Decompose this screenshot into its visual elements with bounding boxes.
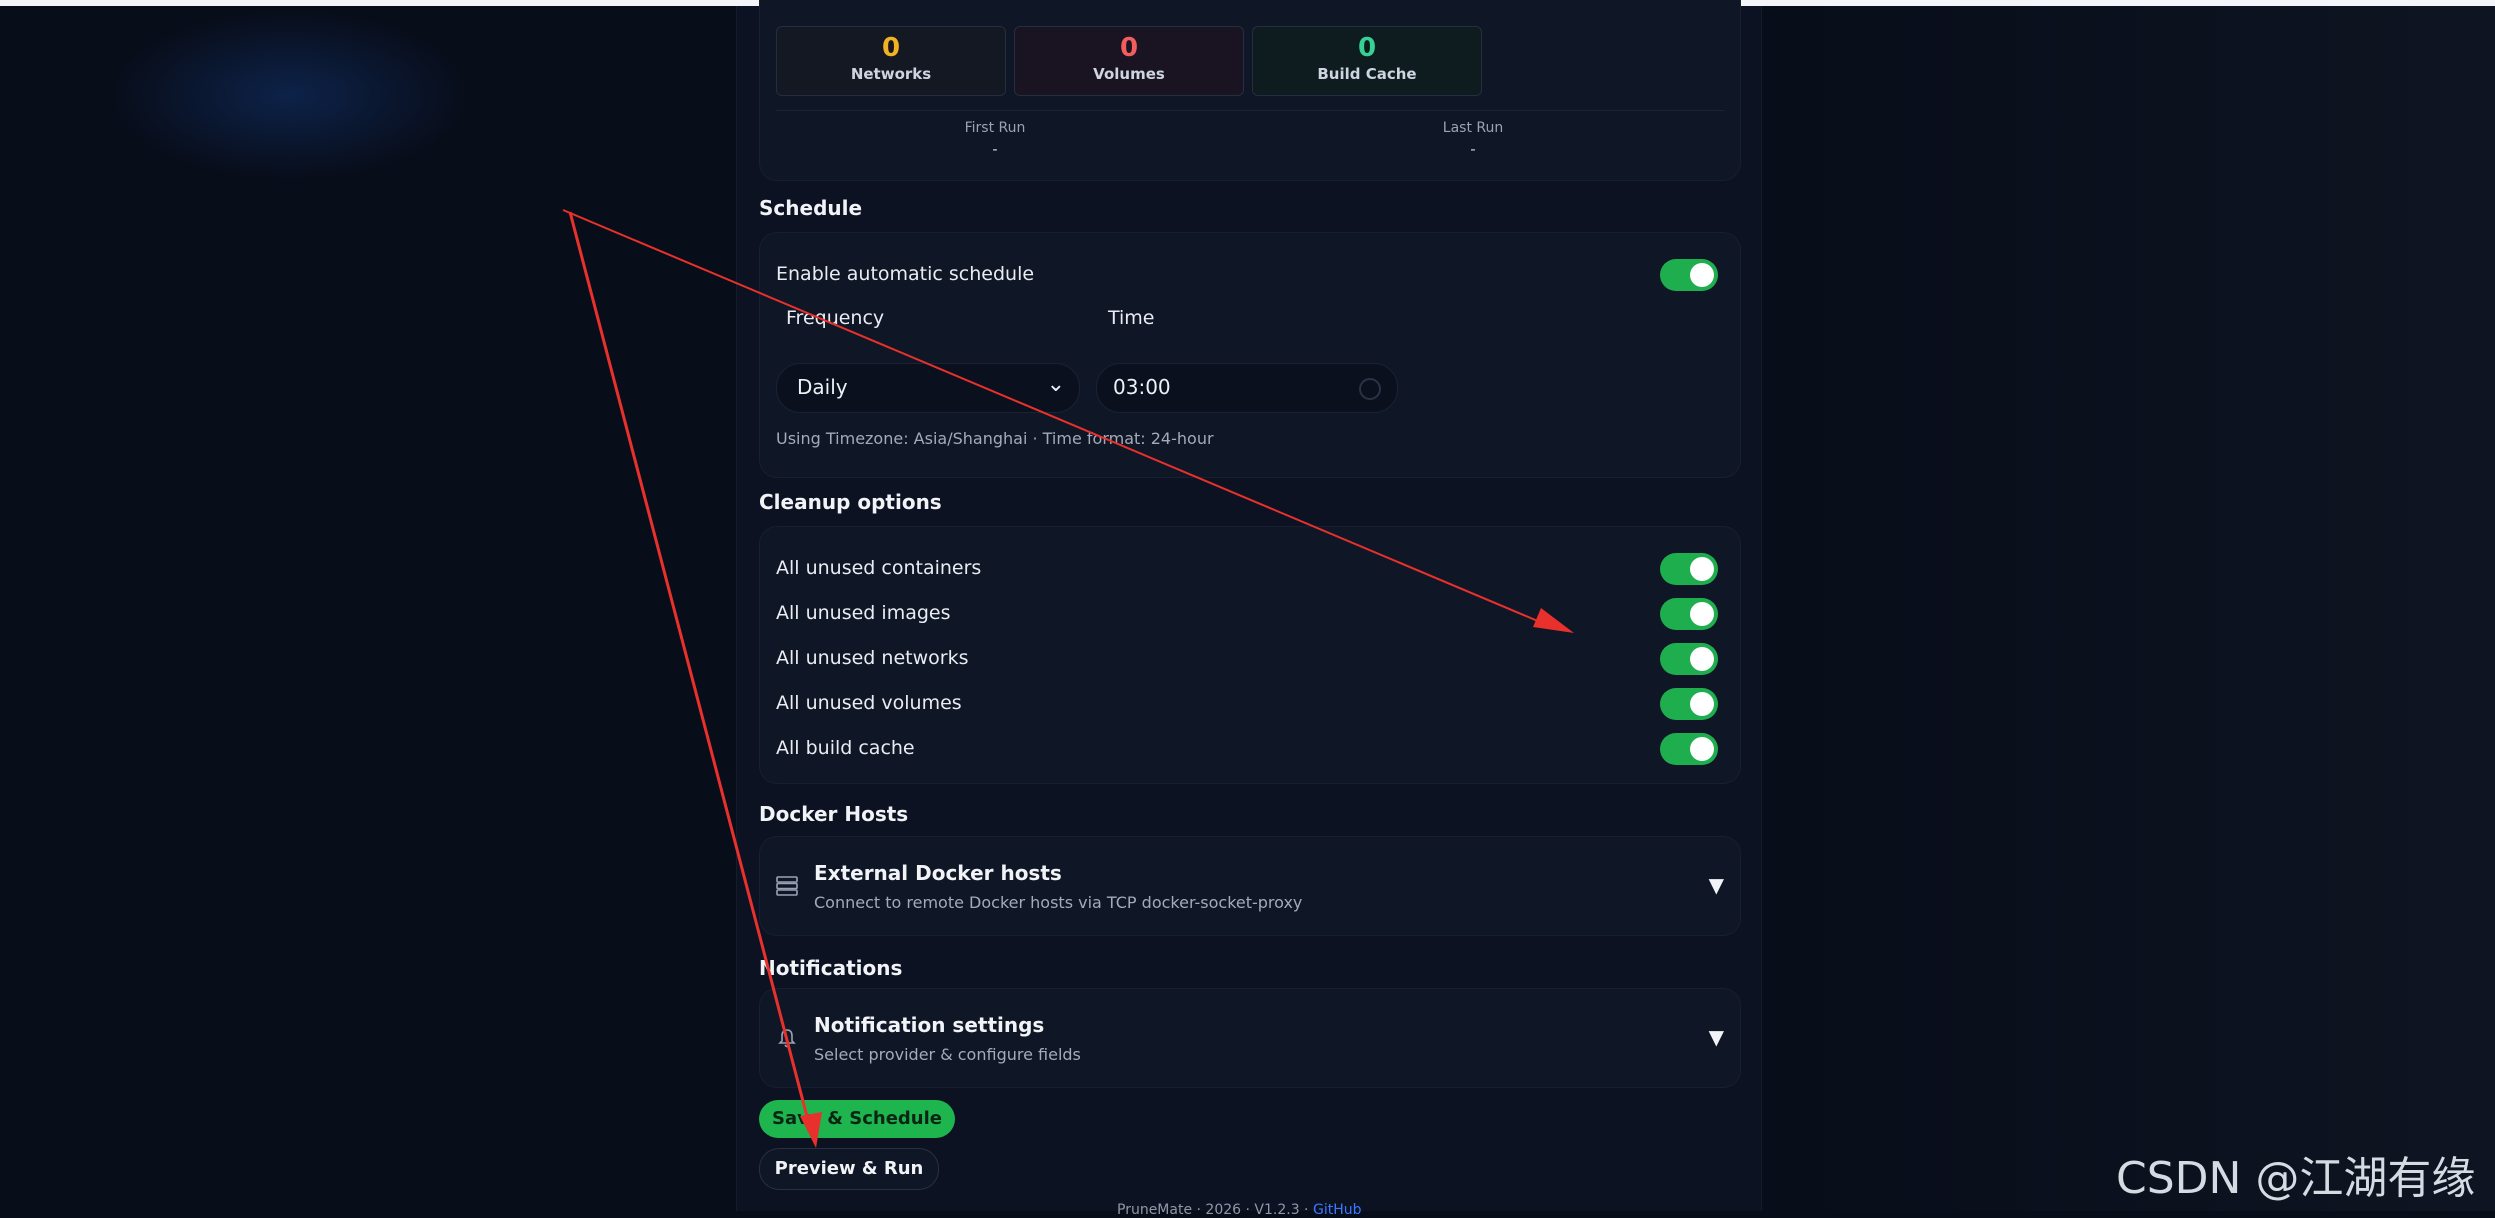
background-glow — [110, 10, 470, 180]
toggle-knob — [1690, 602, 1714, 626]
stat-networks: 0 Networks — [776, 26, 1006, 96]
cleanup-option-label: All unused networks — [776, 647, 969, 669]
first-run-label: First Run — [964, 120, 1026, 136]
notifications-title: Notifications — [759, 956, 903, 980]
cleanup-images-toggle[interactable] — [1660, 598, 1718, 630]
cleanup-option-label: All unused volumes — [776, 692, 962, 714]
frequency-label: Frequency — [786, 307, 885, 329]
frequency-value: Daily — [797, 375, 848, 399]
enable-schedule-toggle[interactable] — [1660, 259, 1718, 291]
time-label: Time — [1108, 307, 1155, 329]
first-run-value: - — [992, 140, 998, 158]
cleanup-volumes-toggle[interactable] — [1660, 688, 1718, 720]
last-run-value: - — [1470, 140, 1476, 158]
docker-hosts-accordion[interactable]: External Docker hosts Connect to remote … — [759, 836, 1741, 936]
toggle-knob — [1690, 647, 1714, 671]
preview-run-button[interactable]: Preview & Run — [759, 1148, 939, 1190]
cleanup-title: Cleanup options — [759, 490, 942, 514]
cleanup-option-label: All unused containers — [776, 557, 982, 579]
stat-build-cache: 0 Build Cache — [1252, 26, 1482, 96]
timezone-hint: Using Timezone: Asia/Shanghai · Time for… — [776, 429, 1214, 448]
caret-down-icon: ▼ — [1708, 873, 1724, 897]
stat-label: Build Cache — [1317, 65, 1417, 83]
clock-icon — [1359, 378, 1381, 400]
bell-icon — [778, 1029, 796, 1048]
last-run-label: Last Run — [1442, 120, 1504, 136]
caret-down-icon: ▼ — [1708, 1025, 1724, 1049]
enable-schedule-label: Enable automatic schedule — [776, 263, 1035, 285]
main-panel: 0 Networks 0 Volumes 0 Build Cache First… — [736, 0, 1762, 1218]
schedule-card: Enable automatic schedule Frequency Time… — [759, 232, 1741, 478]
footer-text: PruneMate · 2026 · V1.2.3 · — [1117, 1202, 1309, 1218]
frequency-select[interactable]: Daily ⌄ — [776, 363, 1080, 413]
toggle-knob — [1690, 692, 1714, 716]
stat-value: 0 — [1119, 33, 1139, 63]
stat-value: 0 — [881, 33, 901, 63]
first-run: First Run - — [845, 120, 1145, 158]
notifications-accordion[interactable]: Notification settings Select provider & … — [759, 988, 1741, 1088]
save-schedule-button[interactable]: Save & Schedule — [759, 1100, 955, 1138]
cleanup-card: All unused containers All unused images … — [759, 526, 1741, 784]
stat-value: 0 — [1357, 33, 1377, 63]
last-run: Last Run - — [1323, 120, 1623, 158]
stat-label: Networks — [850, 65, 932, 83]
footer-link[interactable]: GitHub — [1313, 1202, 1362, 1218]
toggle-knob — [1690, 557, 1714, 581]
time-value: 03:00 — [1113, 375, 1171, 399]
stats-card: 0 Networks 0 Volumes 0 Build Cache First… — [759, 0, 1741, 181]
server-icon — [776, 876, 798, 896]
schedule-title: Schedule — [759, 196, 863, 220]
stat-volumes: 0 Volumes — [1014, 26, 1244, 96]
chevron-down-icon: ⌄ — [1046, 372, 1065, 397]
toggle-knob — [1690, 737, 1714, 761]
cleanup-build-cache-toggle[interactable] — [1660, 733, 1718, 765]
docker-hosts-item-subtitle: Connect to remote Docker hosts via TCP d… — [814, 893, 1303, 912]
cleanup-option-label: All unused images — [776, 602, 951, 624]
time-input[interactable]: 03:00 — [1096, 363, 1398, 413]
footer: PruneMate · 2026 · V1.2.3 · GitHub — [1117, 1202, 1361, 1218]
watermark: CSDN @江湖有缘 — [2116, 1153, 2476, 1204]
notifications-item-title: Notification settings — [814, 1013, 1045, 1037]
cleanup-option-label: All build cache — [776, 737, 915, 759]
divider — [776, 110, 1724, 111]
docker-hosts-item-title: External Docker hosts — [814, 861, 1062, 885]
cleanup-networks-toggle[interactable] — [1660, 643, 1718, 675]
toggle-knob — [1690, 263, 1714, 287]
background-shade — [1795, 0, 2495, 1211]
stat-label: Volumes — [1093, 65, 1165, 83]
notifications-item-subtitle: Select provider & configure fields — [814, 1045, 1081, 1064]
docker-hosts-title: Docker Hosts — [759, 802, 909, 826]
cleanup-containers-toggle[interactable] — [1660, 553, 1718, 585]
